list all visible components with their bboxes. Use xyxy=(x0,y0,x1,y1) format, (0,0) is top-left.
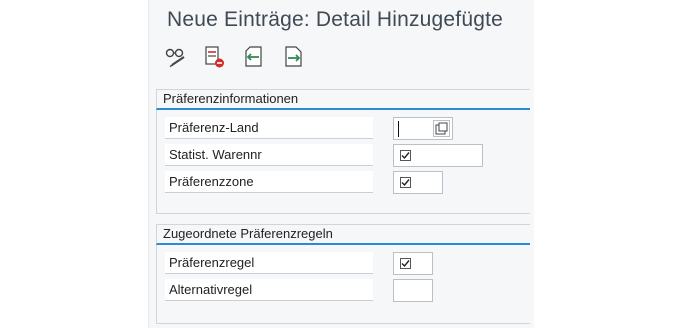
row-preference-country: Präferenz-Land xyxy=(165,117,527,140)
statist-warennr-field[interactable] xyxy=(393,144,483,167)
preference-zone-field[interactable] xyxy=(393,171,443,194)
text-cursor xyxy=(398,121,399,137)
delete-entry-button[interactable] xyxy=(202,44,228,70)
page-title: Neue Einträge: Detail Hinzugefügte xyxy=(167,8,504,31)
display-change-button[interactable] xyxy=(163,44,189,70)
field-label: Alternativregel xyxy=(165,279,373,301)
glasses-edit-icon xyxy=(165,48,185,68)
checkbox-checked-icon xyxy=(400,258,411,269)
checkbox-checked-icon xyxy=(400,150,411,161)
row-alternative-rule: Alternativregel xyxy=(165,279,527,302)
row-statist-warennr: Statist. Warennr xyxy=(165,144,527,167)
previous-entry-icon xyxy=(245,46,262,67)
group-title: Zugeordnete Präferenzregeln xyxy=(156,224,530,245)
checkbox-checked-icon xyxy=(400,177,411,188)
field-label: Präferenz-Land xyxy=(165,117,373,139)
value-help-button[interactable] xyxy=(433,120,450,137)
preference-country-input[interactable] xyxy=(393,117,453,140)
alternative-rule-input[interactable] xyxy=(393,279,433,302)
row-preference-zone: Präferenzzone xyxy=(165,171,527,194)
field-label: Präferenzregel xyxy=(165,252,373,274)
group-assigned-rules: Zugeordnete Präferenzregeln Präferenzreg… xyxy=(156,224,530,324)
field-label: Statist. Warennr xyxy=(165,144,373,166)
previous-entry-button[interactable] xyxy=(241,44,267,70)
group-title: Präferenzinformationen xyxy=(156,89,530,110)
field-label: Präferenzzone xyxy=(165,171,373,193)
value-help-icon xyxy=(435,122,448,135)
preference-rule-field[interactable] xyxy=(393,252,433,275)
group-preference-info: Präferenzinformationen Präferenz-Land St… xyxy=(156,89,530,214)
next-entry-button[interactable] xyxy=(280,44,306,70)
row-preference-rule: Präferenzregel xyxy=(165,252,527,275)
next-entry-icon xyxy=(285,46,302,67)
delete-entry-icon xyxy=(205,46,224,68)
